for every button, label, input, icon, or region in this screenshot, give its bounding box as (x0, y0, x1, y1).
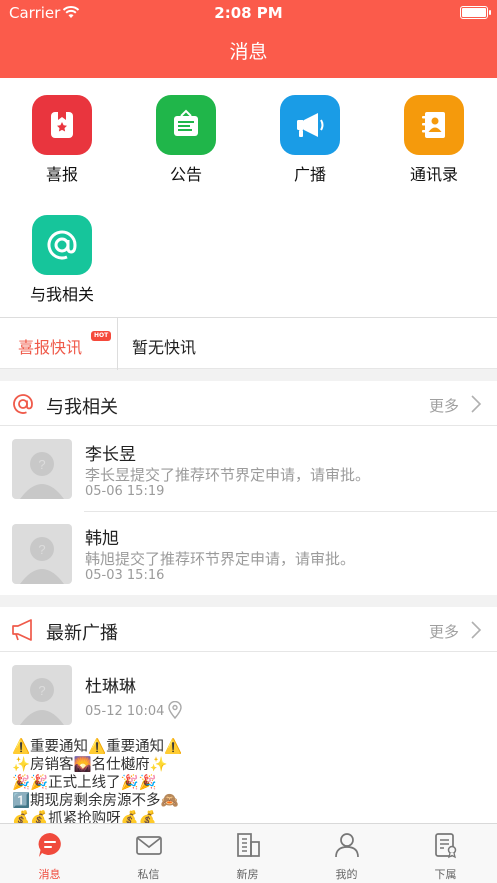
battery-icon (460, 6, 491, 19)
tab-label: 下属 (434, 868, 457, 881)
megaphone-icon (12, 619, 32, 641)
svg-text:?: ? (38, 683, 45, 698)
message-text: 李长昱提交了推荐环节界定申请，请审批。 (85, 466, 371, 484)
post-line: ⚠️重要通知⚠️重要通知⚠️ (12, 739, 183, 755)
sender-name: 李长昱 (85, 445, 136, 465)
section-header: 与我相关 更多 (0, 381, 497, 426)
section-title: 最新广播 (46, 623, 118, 644)
flash-news-bar[interactable]: 喜报快讯 HOT 暂无快讯 (0, 317, 497, 370)
tab-new-homes[interactable]: 新房 (198, 824, 297, 883)
section-title: 与我相关 (46, 397, 118, 418)
sender-name: 韩旭 (85, 529, 119, 549)
app-label: 公告 (169, 165, 202, 184)
report-icon (32, 95, 92, 155)
post-line: ✨房销客🌄名仕樾府✨ (12, 757, 168, 773)
chevron-right-icon[interactable] (470, 394, 482, 414)
tab-label: 新房 (236, 868, 259, 881)
app-label: 喜报 (45, 165, 78, 184)
section-header: 最新广播 更多 (0, 607, 497, 652)
location-pin-icon (168, 701, 182, 719)
at-sign-icon (13, 394, 33, 414)
notice-board-icon (156, 95, 216, 155)
message-time: 05-03 15:16 (85, 568, 165, 583)
avatar: ? (12, 439, 72, 499)
svg-text:?: ? (38, 542, 45, 557)
tab-subordinates[interactable]: 下属 (396, 824, 495, 883)
svg-text:?: ? (38, 457, 45, 472)
tab-messages[interactable]: 消息 (0, 824, 99, 883)
app-contacts[interactable]: 通讯录 (384, 95, 484, 185)
avatar: ? (12, 665, 72, 725)
app-gonggao[interactable]: 公告 (136, 95, 236, 185)
related-section: 与我相关 更多 ? 李长昱 李长昱提交了推荐环节界定申请，请审批。 05-06 … (0, 381, 497, 595)
post-line: 🎉🎉正式上线了🎉🎉 (12, 775, 157, 791)
app-grid: 喜报 公告 广播 通讯录 与我相关 (0, 78, 497, 317)
app-label: 广播 (293, 165, 326, 184)
post-line: 💰💰抓紧抢购呀💰💰 (12, 811, 157, 823)
message-time: 05-06 15:19 (85, 484, 165, 499)
envelope-icon (99, 831, 198, 861)
hot-badge: HOT (91, 331, 112, 341)
tab-profile[interactable]: 我的 (297, 824, 396, 883)
megaphone-icon (280, 95, 340, 155)
app-label: 通讯录 (409, 165, 458, 184)
post-time: 05-12 10:04 (85, 704, 165, 719)
poster-name: 杜琳琳 (85, 677, 136, 697)
broadcast-section: 最新广播 更多 ? 杜琳琳 05-12 10:04 ⚠️重要通知⚠️重要通知⚠️… (0, 607, 497, 823)
top-header: Carrier 2:08 PM 消息 (0, 0, 497, 78)
app-label: 与我相关 (29, 285, 94, 304)
building-icon (198, 831, 297, 861)
chat-bubble-icon (0, 831, 99, 861)
chevron-right-icon[interactable] (470, 620, 482, 640)
flash-message: 暂无快讯 (132, 338, 197, 357)
app-related[interactable]: 与我相关 (12, 215, 112, 305)
app-xibao[interactable]: 喜报 (12, 95, 112, 185)
post-line: 1️⃣期现房剩余房源不多🙈 (12, 793, 179, 809)
tab-private-messages[interactable]: 私信 (99, 824, 198, 883)
person-icon (297, 831, 396, 861)
more-link[interactable]: 更多 (429, 395, 459, 416)
more-link[interactable]: 更多 (429, 621, 459, 642)
message-text: 韩旭提交了推荐环节界定申请，请审批。 (85, 550, 356, 568)
tab-label: 消息 (38, 868, 61, 881)
status-time: 2:08 PM (214, 4, 283, 22)
tab-bar: 消息 私信 新房 我的 下属 (0, 823, 497, 883)
tab-label: 我的 (335, 868, 358, 881)
avatar: ? (12, 524, 72, 584)
contacts-book-icon (404, 95, 464, 155)
divider (84, 511, 497, 512)
tab-label: 私信 (137, 868, 160, 881)
at-sign-icon (32, 215, 92, 275)
subordinate-doc-icon (396, 831, 495, 861)
app-guangbo[interactable]: 广播 (260, 95, 360, 185)
status-bar: Carrier 2:08 PM (0, 0, 497, 26)
page-title: 消息 (229, 41, 268, 63)
post-content: ⚠️重要通知⚠️重要通知⚠️ ✨房销客🌄名仕樾府✨ 🎉🎉正式上线了🎉🎉 1️⃣期… (12, 738, 182, 823)
divider (117, 318, 118, 370)
flash-tag: 喜报快讯 (18, 338, 83, 357)
